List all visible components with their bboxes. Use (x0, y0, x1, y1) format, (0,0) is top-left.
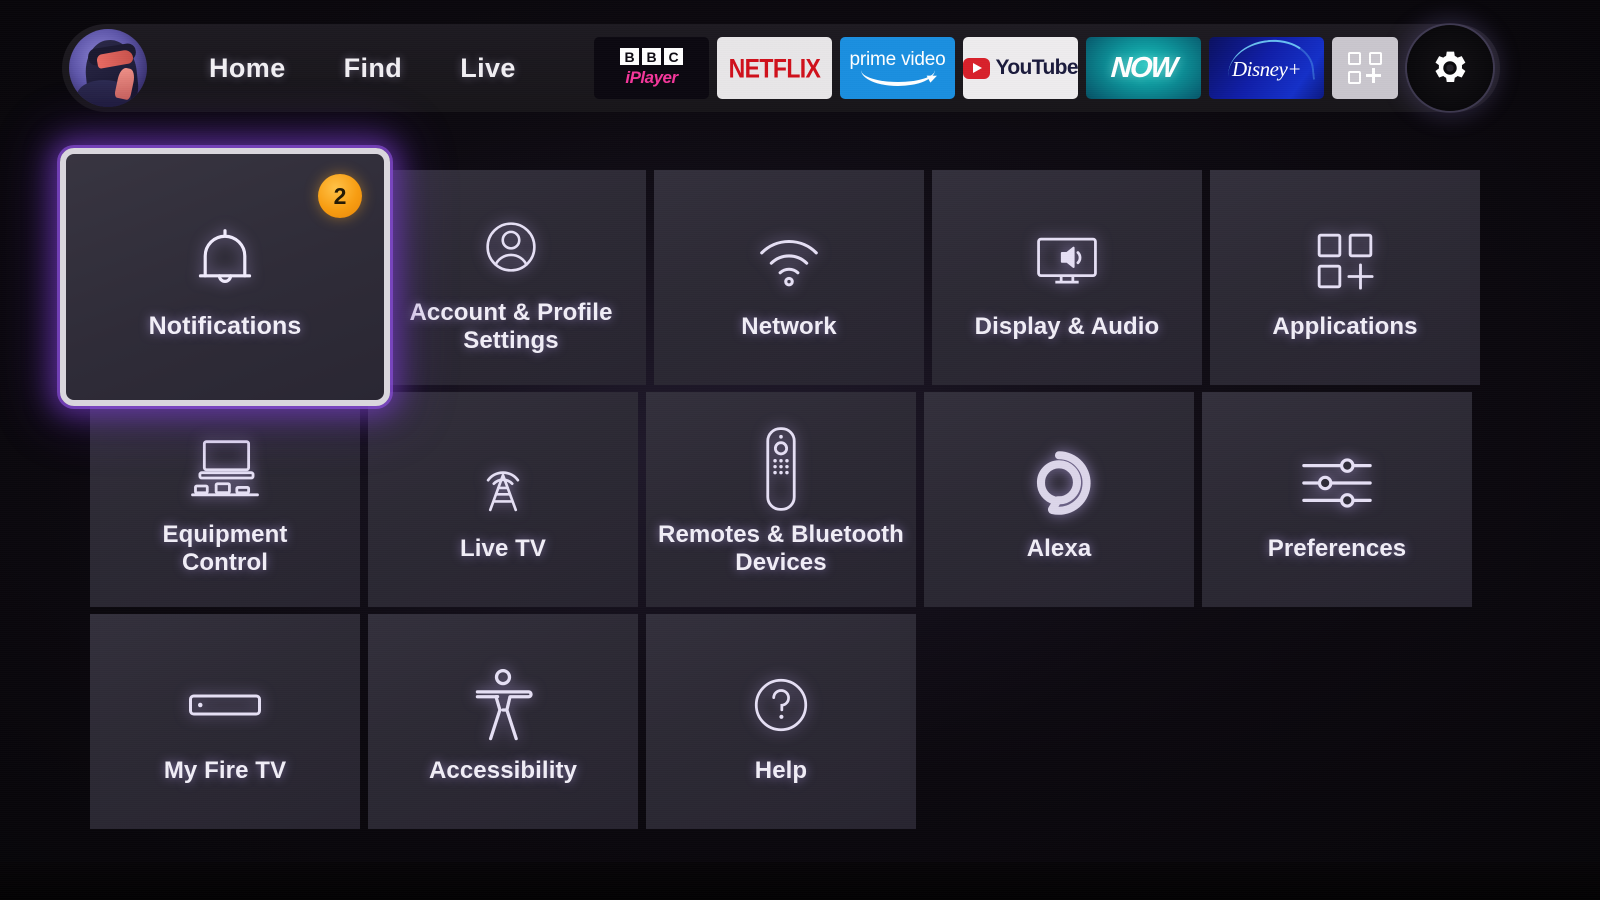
settings-grid-row: 2 Notifications Account & Profile Settin… (60, 148, 1480, 406)
youtube-play-icon (963, 57, 991, 79)
settings-tile-label: Equipment Control (162, 520, 288, 576)
settings-tile-label: Notifications (148, 311, 302, 340)
app-tile-now[interactable]: NOW (1086, 37, 1201, 99)
bell-icon (187, 214, 263, 306)
settings-tile-label: Preferences (1267, 534, 1407, 562)
grid-empty-slot (924, 614, 1194, 829)
app-tile-disney-plus[interactable]: Disney+ (1209, 37, 1324, 99)
apps-library-button[interactable] (1332, 37, 1398, 99)
settings-tile-label: My Fire TV (163, 756, 287, 784)
settings-tile-accessibility[interactable]: Accessibility (368, 614, 638, 829)
wifi-icon (753, 215, 825, 307)
settings-tile-label: Alexa (1026, 534, 1092, 562)
app-grid-plus-icon (1348, 52, 1382, 84)
app-tile-youtube[interactable]: YouTube (963, 37, 1078, 99)
nav-links: Home Find Live (209, 53, 516, 84)
settings-tile-applications[interactable]: Applications (1210, 170, 1480, 385)
settings-tile-my-fire-tv[interactable]: My Fire TV (90, 614, 360, 829)
bbc-letter-b1: B (620, 48, 639, 65)
bbc-letter-b2: B (642, 48, 661, 65)
app-grid-plus-icon (1314, 215, 1376, 307)
settings-tile-preferences[interactable]: Preferences (1202, 392, 1472, 607)
settings-tile-label: Live TV (459, 534, 547, 562)
settings-tile-label: Display & Audio (974, 312, 1160, 340)
settings-tile-help[interactable]: Help (646, 614, 916, 829)
app-tile-netflix[interactable]: NETFLIX (717, 37, 832, 99)
app-tile-prime-video[interactable]: prime video (840, 37, 955, 99)
settings-tile-remotes-bluetooth-devices[interactable]: Remotes & Bluetooth Devices (646, 392, 916, 607)
settings-tile-label: Accessibility (428, 756, 578, 784)
netflix-wordmark: NETFLIX (728, 52, 821, 83)
amazon-smile-icon (860, 70, 935, 86)
now-wordmark: NOW (1109, 51, 1178, 84)
settings-grid-row: My Fire TV Accessibility Help (90, 614, 1472, 829)
alexa-ring-icon (1023, 437, 1095, 529)
question-circle-icon (748, 659, 814, 751)
settings-tile-account-profile-settings[interactable]: Account & Profile Settings (376, 170, 646, 385)
settings-grid: 2 Notifications Account & Profile Settin… (60, 148, 1480, 836)
tv-bezel (0, 862, 1600, 900)
tv-speaker-icon (1032, 215, 1102, 307)
settings-tile-label: Help (754, 756, 808, 784)
fire-tv-stick-icon (186, 659, 264, 751)
fire-tv-screen: Home Find Live B B C iPlayer NETFLIX pri… (0, 0, 1600, 900)
bbc-logo-blocks: B B C (620, 48, 683, 65)
settings-tile-label: Applications (1272, 312, 1418, 340)
nav-item-live[interactable]: Live (460, 53, 516, 84)
remote-control-icon (761, 423, 801, 515)
settings-tile-alexa[interactable]: Alexa (924, 392, 1194, 607)
settings-tile-notifications[interactable]: 2 Notifications (60, 148, 390, 406)
settings-button[interactable] (1407, 25, 1493, 111)
profile-avatar[interactable] (69, 29, 147, 107)
nav-item-home[interactable]: Home (209, 53, 286, 84)
notifications-badge: 2 (318, 174, 362, 218)
monitor-devices-icon (189, 423, 261, 515)
youtube-wordmark: YouTube (995, 56, 1078, 79)
settings-tile-label: Network (741, 312, 837, 340)
gear-icon (1435, 51, 1466, 83)
settings-tile-label: Remotes & Bluetooth Devices (658, 520, 904, 576)
settings-tile-equipment-control[interactable]: Equipment Control (90, 392, 360, 607)
disney-plus-wordmark: Disney+ (1232, 57, 1302, 81)
nav-item-find[interactable]: Find (344, 53, 403, 84)
top-navigation-bar: Home Find Live B B C iPlayer NETFLIX pri… (62, 24, 1500, 112)
sliders-icon (1299, 437, 1375, 529)
bbc-letter-c: C (664, 48, 683, 65)
broadcast-tower-icon (469, 437, 537, 529)
prime-video-wordmark: prime video (849, 49, 946, 70)
bbc-iplayer-wordmark: iPlayer (625, 68, 678, 87)
grid-empty-slot (1202, 614, 1472, 829)
person-circle-icon (478, 201, 544, 293)
settings-tile-display-audio[interactable]: Display & Audio (932, 170, 1202, 385)
app-tile-bbc-iplayer[interactable]: B B C iPlayer (594, 37, 709, 99)
settings-tile-network[interactable]: Network (654, 170, 924, 385)
accessibility-person-icon (472, 659, 534, 751)
settings-grid-row: Equipment Control Live TV Remotes & Blue… (90, 392, 1472, 607)
settings-tile-live-tv[interactable]: Live TV (368, 392, 638, 607)
app-shortcut-rail: B B C iPlayer NETFLIX prime video YouTub… (594, 25, 1493, 111)
settings-tile-label: Account & Profile Settings (409, 298, 613, 354)
